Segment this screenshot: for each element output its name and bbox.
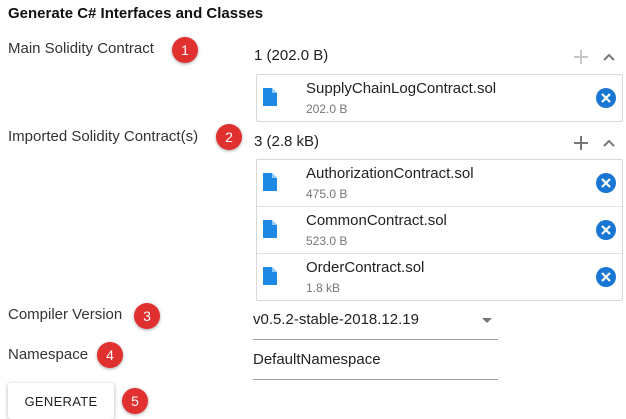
file-row: SupplyChainLogContract.sol 202.0 B — [257, 75, 622, 121]
compiler-version-select[interactable]: v0.5.2-stable-2018.12.19 — [253, 301, 498, 340]
chevron-up-icon[interactable] — [600, 134, 618, 152]
file-icon — [263, 88, 277, 106]
plus-icon[interactable] — [572, 48, 590, 66]
namespace-label: Namespace — [8, 346, 89, 363]
dropdown-arrow-icon[interactable] — [482, 318, 492, 323]
file-row: CommonContract.sol 523.0 B — [257, 207, 622, 254]
namespace-input[interactable]: DefaultNamespace — [253, 341, 498, 380]
close-circle-icon[interactable] — [596, 173, 616, 193]
generate-button[interactable]: GENERATE — [8, 383, 114, 419]
generate-panel: Generate C# Interfaces and Classes Main … — [0, 0, 626, 419]
file-size: 1.8 kB — [306, 281, 341, 295]
close-circle-icon[interactable] — [596, 220, 616, 240]
file-icon — [263, 267, 277, 285]
file-name: OrderContract.sol — [306, 259, 425, 276]
step-badge-2: 2 — [216, 124, 242, 150]
file-icon — [263, 220, 277, 238]
close-circle-icon[interactable] — [596, 88, 616, 108]
file-row: OrderContract.sol 1.8 kB — [257, 254, 622, 300]
step-badge-1: 1 — [172, 37, 198, 63]
page-title: Generate C# Interfaces and Classes — [8, 5, 264, 22]
imported-contracts-count: 3 (2.8 kB) — [254, 133, 320, 150]
imported-contracts-label: Imported Solidity Contract(s) — [8, 128, 199, 145]
main-contract-label: Main Solidity Contract — [8, 40, 154, 57]
close-circle-icon[interactable] — [596, 267, 616, 287]
file-name: CommonContract.sol — [306, 212, 447, 229]
file-name: AuthorizationContract.sol — [306, 165, 474, 182]
file-size: 202.0 B — [306, 102, 348, 116]
main-contract-count: 1 (202.0 B) — [254, 47, 329, 64]
compiler-version-value: v0.5.2-stable-2018.12.19 — [253, 311, 419, 328]
file-size: 475.0 B — [306, 187, 348, 201]
file-size: 523.0 B — [306, 234, 348, 248]
file-name: SupplyChainLogContract.sol — [306, 80, 497, 97]
plus-icon[interactable] — [572, 134, 590, 152]
namespace-value: DefaultNamespace — [253, 351, 381, 368]
chevron-up-icon[interactable] — [600, 48, 618, 66]
compiler-version-label: Compiler Version — [8, 306, 123, 323]
step-badge-5: 5 — [122, 388, 148, 414]
step-badge-3: 3 — [134, 303, 160, 329]
main-contract-file-list: SupplyChainLogContract.sol 202.0 B — [256, 74, 623, 122]
file-row: AuthorizationContract.sol 475.0 B — [257, 160, 622, 207]
step-badge-4: 4 — [97, 342, 123, 368]
imported-contracts-file-list: AuthorizationContract.sol 475.0 B Common… — [256, 159, 623, 301]
file-icon — [263, 173, 277, 191]
